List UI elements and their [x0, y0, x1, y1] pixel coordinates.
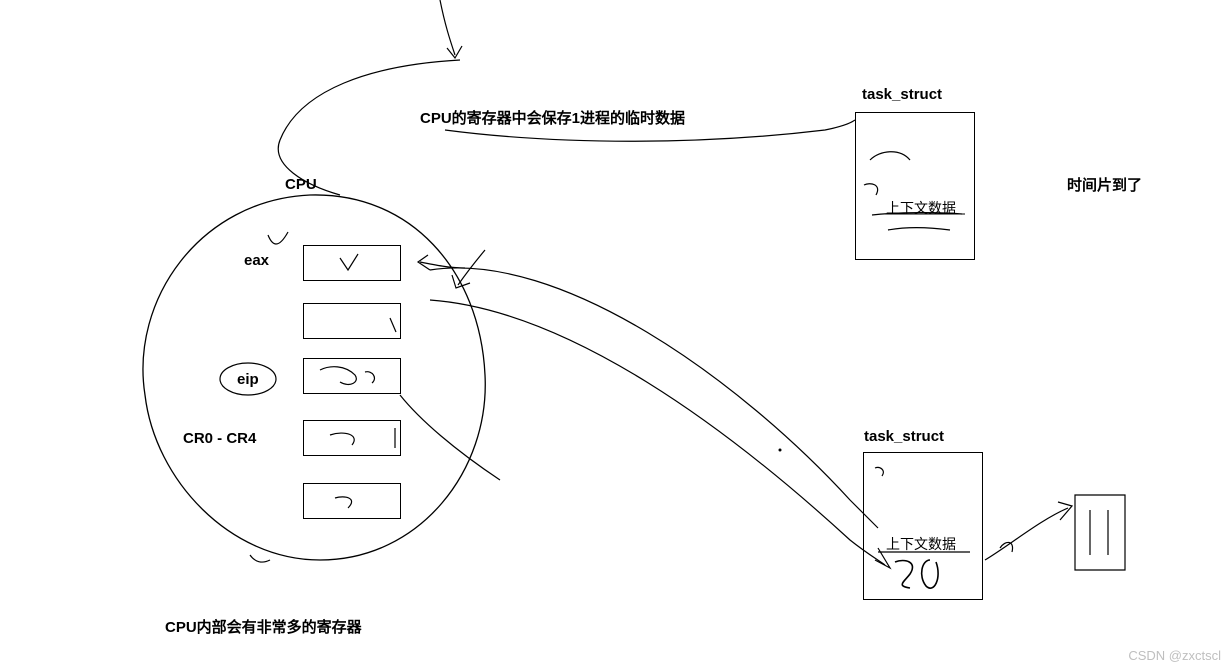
caption-cpu-bottom: CPU内部会有非常多的寄存器	[165, 616, 362, 637]
sketch-overlay	[0, 0, 1229, 669]
cpu-title: CPU	[285, 176, 317, 193]
register-box-2	[303, 303, 401, 339]
side-text: 时间片到了	[1067, 174, 1142, 195]
context-label-lower: 上下文数据	[886, 534, 956, 554]
watermark: CSDN @zxctscl	[1128, 648, 1221, 663]
register-label-cr: CR0 - CR4	[183, 430, 256, 447]
register-box-eax	[303, 245, 401, 281]
caption-cpu-registers: CPU的寄存器中会保存1进程的临时数据	[420, 107, 685, 128]
task-struct-box-lower	[863, 452, 983, 600]
register-label-eax: eax	[244, 252, 269, 269]
register-box-eip	[303, 358, 401, 394]
task-struct-box-upper	[855, 112, 975, 260]
task-struct-label-upper: task_struct	[862, 86, 942, 103]
register-label-eip: eip	[237, 371, 259, 388]
task-struct-label-lower: task_struct	[864, 428, 944, 445]
register-box-cr	[303, 420, 401, 456]
context-label-upper: 上下文数据	[886, 198, 956, 218]
register-box-5	[303, 483, 401, 519]
